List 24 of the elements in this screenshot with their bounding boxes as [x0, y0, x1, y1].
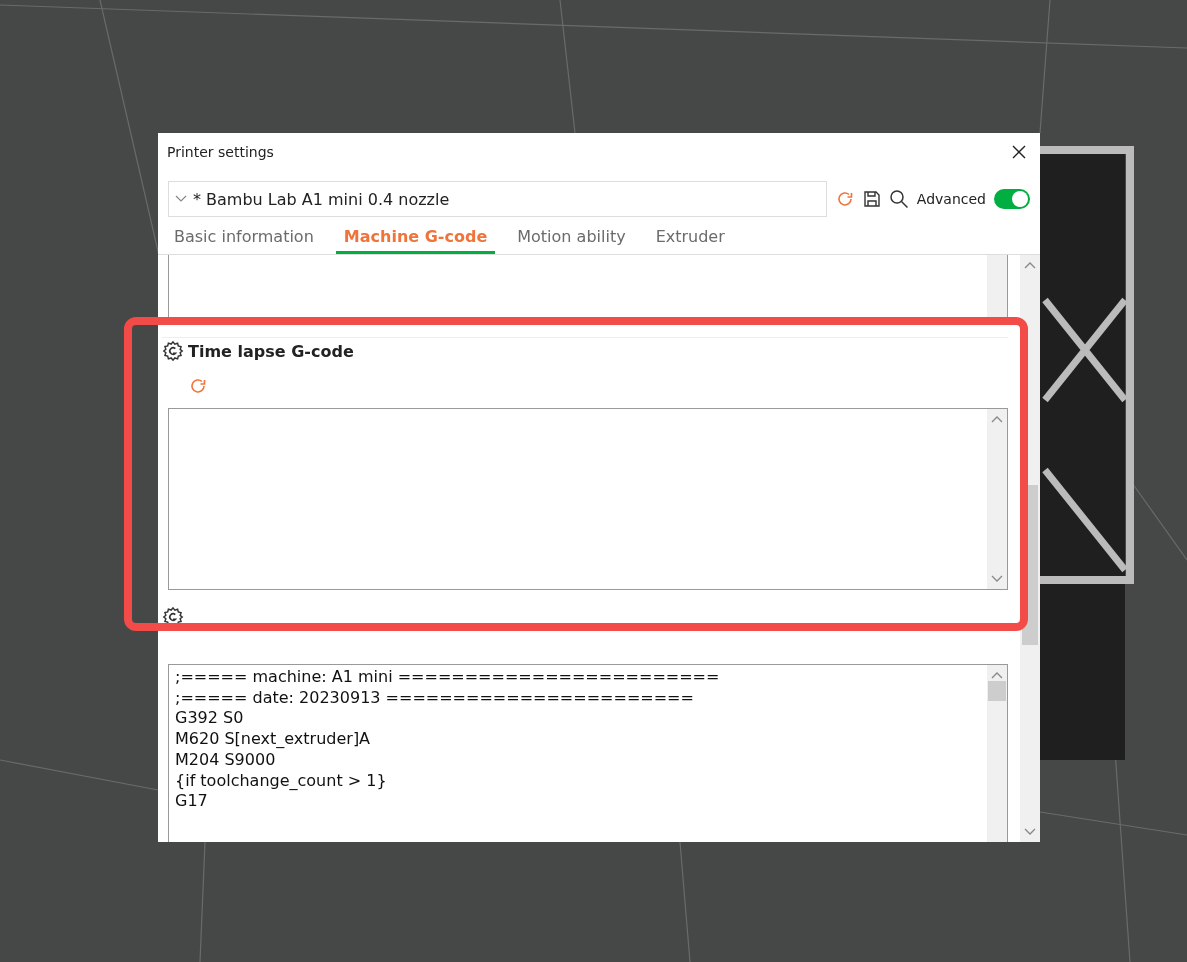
gcode-gear-icon [162, 340, 184, 362]
scroll-down-icon[interactable] [1024, 828, 1036, 836]
tab[interactable]: Extruder [647, 223, 733, 254]
chevron-down-icon [175, 195, 187, 203]
scroll-up-icon[interactable] [991, 671, 1003, 679]
preset-dropdown[interactable]: * Bambu Lab A1 mini 0.4 nozzle [168, 181, 827, 217]
tab[interactable]: Basic information [166, 223, 322, 254]
search-button[interactable] [888, 189, 909, 209]
scroll-down-icon[interactable] [991, 575, 1003, 583]
save-button[interactable] [862, 190, 881, 208]
tab[interactable]: Motion ability [509, 223, 634, 254]
section-title: Time lapse G-code [188, 341, 354, 361]
reset-button[interactable] [188, 376, 208, 396]
advanced-toggle[interactable] [994, 189, 1030, 209]
window-title: Printer settings [167, 144, 274, 160]
scroll-up-icon[interactable] [991, 415, 1003, 423]
scroll-thumb[interactable] [988, 681, 1006, 701]
tab[interactable]: Machine G-code [335, 223, 496, 254]
scroll-up-icon[interactable] [1024, 261, 1036, 269]
advanced-label: Advanced [916, 191, 986, 207]
preset-name: * Bambu Lab A1 mini 0.4 nozzle [193, 189, 450, 209]
gcode-text: ;===== machine: A1 mini ======================== ;===== date: 20230913 ======================= G392 S0 M620 S[next_extruder]A M204 S9000 {if toolchange_count > 1} G17 [175, 667, 721, 812]
close-button[interactable] [1010, 143, 1028, 161]
gcode-editor[interactable]: ;===== machine: A1 mini ======================== ;===== date: 20230913 ======================= G392 S0 M620 S[next_extruder]A M204 S9000 {if toolchange_count > 1} G17 [168, 664, 1008, 842]
